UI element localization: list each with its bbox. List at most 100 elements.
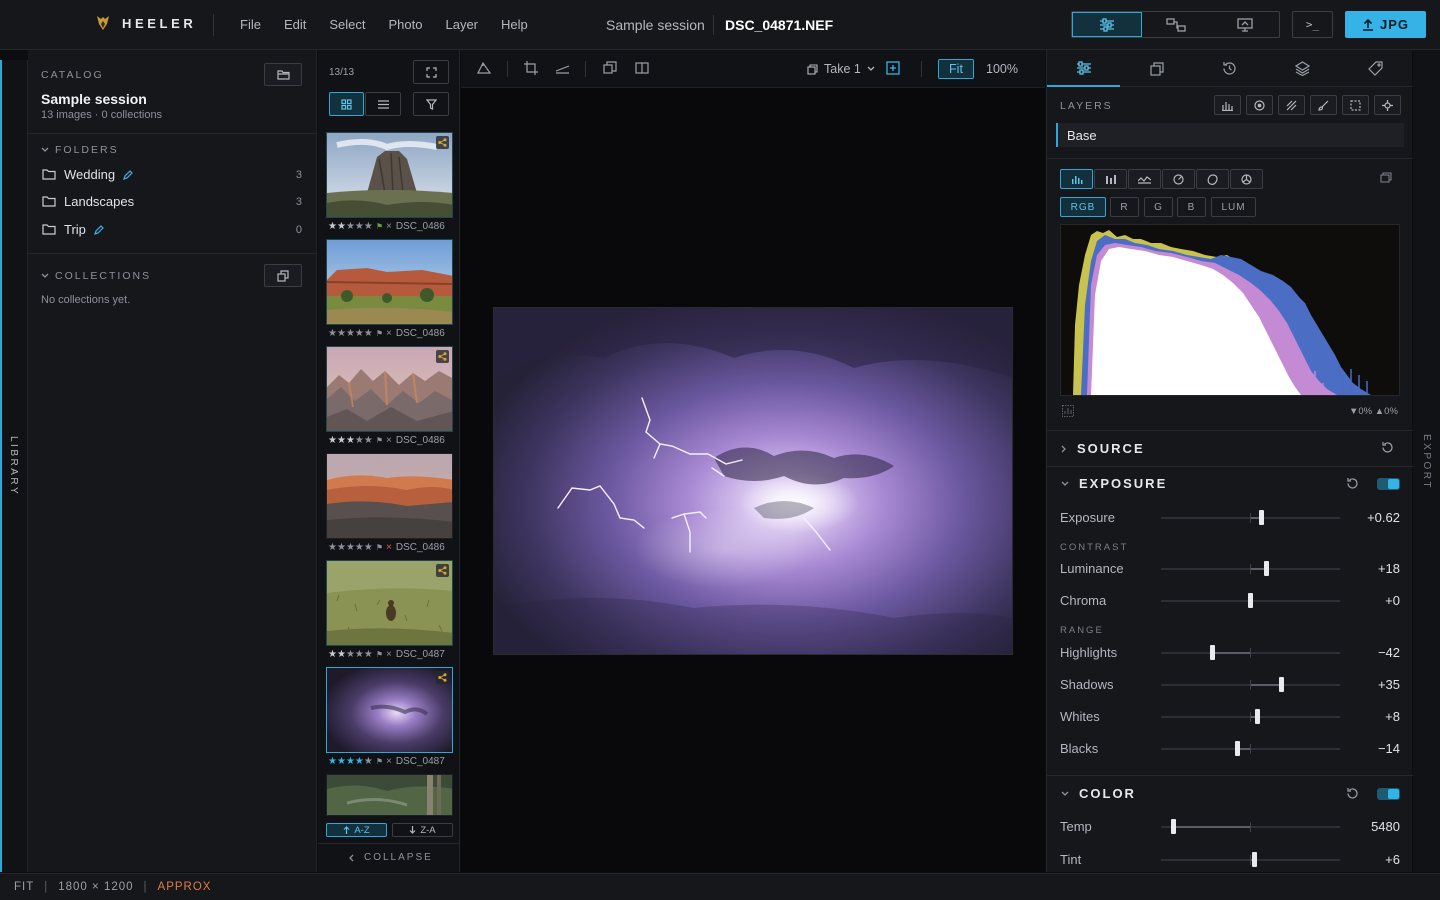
star-icon[interactable]: ★ [364, 221, 373, 232]
terminal-button[interactable]: >_ [1292, 11, 1333, 38]
layer-item-base[interactable]: Base [1056, 123, 1404, 147]
radial-mask-button[interactable] [1246, 95, 1273, 115]
star-icon[interactable]: ★ [328, 756, 337, 767]
section-exposure-header[interactable]: EXPOSURE [1061, 476, 1167, 491]
star-icon[interactable]: ★ [328, 435, 337, 446]
fullscreen-button[interactable] [413, 60, 449, 84]
pencil-icon[interactable] [93, 224, 104, 235]
reject-icon[interactable]: × [386, 221, 392, 232]
zoom-100-button[interactable]: 100% [986, 62, 1018, 76]
slider-chroma[interactable]: Chroma +0 [1060, 591, 1400, 611]
channel-lum-button[interactable]: LUM [1211, 197, 1256, 217]
star-icon[interactable]: ★ [346, 435, 355, 446]
scope-hue-button[interactable] [1196, 169, 1229, 189]
export-rail[interactable]: EXPORT [1413, 50, 1440, 872]
sort-za-button[interactable]: Z-A [392, 823, 453, 837]
tab-layers[interactable] [1266, 50, 1339, 87]
folder-item-landscapes[interactable]: Landscapes 3 [42, 194, 302, 209]
star-icon[interactable]: ★ [364, 435, 373, 446]
star-rating[interactable]: ★★★★★ [328, 542, 373, 553]
reject-icon[interactable]: × [386, 542, 392, 553]
brush-mask-button[interactable] [1310, 95, 1337, 115]
tab-adjust[interactable] [1047, 50, 1120, 87]
slider-tint[interactable]: Tint +6 [1060, 850, 1400, 870]
star-icon[interactable]: ★ [355, 756, 364, 767]
slider-handle[interactable] [1248, 593, 1253, 608]
folder-item-trip[interactable]: Trip 0 [42, 222, 302, 237]
thumbnail-7[interactable] [326, 774, 453, 816]
section-color-header[interactable]: COLOR [1061, 786, 1136, 801]
star-icon[interactable]: ★ [328, 542, 337, 553]
new-collection-button[interactable] [264, 264, 302, 287]
star-icon[interactable]: ★ [337, 756, 346, 767]
star-rating[interactable]: ★★★★★ [328, 221, 373, 232]
star-icon[interactable]: ★ [364, 328, 373, 339]
list-view-button[interactable] [365, 92, 401, 116]
reject-icon[interactable]: × [386, 649, 392, 660]
pencil-icon[interactable] [123, 169, 133, 180]
menu-help[interactable]: Help [501, 17, 528, 32]
reset-exposure-button[interactable] [1346, 477, 1359, 490]
channel-r-button[interactable]: R [1110, 197, 1139, 217]
reject-icon[interactable]: × [386, 756, 392, 767]
star-icon[interactable]: ★ [328, 649, 337, 660]
reset-source-button[interactable] [1381, 441, 1394, 454]
main-photo[interactable] [493, 307, 1013, 655]
star-rating[interactable]: ★★★★★ [328, 756, 373, 767]
star-icon[interactable]: ★ [355, 435, 364, 446]
slider-blacks[interactable]: Blacks −14 [1060, 739, 1400, 759]
develop-mode-button[interactable] [1072, 12, 1143, 37]
scope-vectorscope-button[interactable] [1162, 169, 1195, 189]
slider-handle[interactable] [1251, 852, 1257, 867]
channel-b-button[interactable]: B [1177, 197, 1206, 217]
flag-icon[interactable]: ⚑ [376, 329, 383, 338]
linear-mask-button[interactable] [1278, 95, 1305, 115]
layer-histogram-button[interactable] [1214, 95, 1241, 115]
star-icon[interactable]: ★ [355, 328, 364, 339]
scope-histogram-button[interactable] [1060, 169, 1093, 189]
slider-handle[interactable] [1235, 741, 1241, 756]
perspective-tool-button[interactable] [477, 61, 491, 75]
star-icon[interactable]: ★ [346, 756, 355, 767]
present-mode-button[interactable] [1211, 12, 1279, 37]
scope-parade-button[interactable] [1094, 169, 1127, 189]
slider-highlights[interactable]: Highlights −42 [1060, 643, 1400, 663]
slider-whites[interactable]: Whites +8 [1060, 707, 1400, 727]
sort-az-button[interactable]: A-Z [326, 823, 387, 837]
star-icon[interactable]: ★ [346, 649, 355, 660]
scope-detach-button[interactable] [1380, 172, 1392, 184]
thumbnail-2[interactable] [326, 239, 453, 325]
filter-button[interactable] [413, 92, 449, 116]
exposure-enable-toggle[interactable] [1377, 478, 1400, 490]
slider-handle[interactable] [1279, 677, 1285, 692]
menu-photo[interactable]: Photo [389, 17, 423, 32]
crop-tool-button[interactable] [524, 61, 538, 75]
target-mask-button[interactable] [1374, 95, 1401, 115]
star-rating[interactable]: ★★★★★ [328, 649, 373, 660]
star-icon[interactable]: ★ [346, 221, 355, 232]
star-icon[interactable]: ★ [337, 328, 346, 339]
flag-icon[interactable]: ⚑ [376, 757, 383, 766]
slider-temp[interactable]: Temp 5480 [1060, 817, 1400, 837]
channel-g-button[interactable]: G [1144, 197, 1173, 217]
star-icon[interactable]: ★ [364, 649, 373, 660]
slider-luminance[interactable]: Luminance +18 [1060, 559, 1400, 579]
thumbnail-6-selected[interactable] [326, 667, 453, 753]
thumbnail-3[interactable] [326, 346, 453, 432]
folders-header[interactable]: FOLDERS [41, 144, 119, 156]
split-view-button[interactable] [635, 61, 649, 75]
menu-edit[interactable]: Edit [284, 17, 306, 32]
color-enable-toggle[interactable] [1377, 788, 1400, 800]
star-icon[interactable]: ★ [364, 756, 373, 767]
star-icon[interactable]: ★ [355, 649, 364, 660]
straighten-tool-button[interactable] [555, 61, 570, 75]
section-source-header[interactable]: SOURCE [1061, 441, 1145, 456]
star-rating[interactable]: ★★★★★ [328, 328, 373, 339]
flag-icon[interactable]: ⚑ [376, 543, 383, 552]
star-icon[interactable]: ★ [328, 221, 337, 232]
tab-metadata[interactable] [1339, 50, 1412, 87]
star-icon[interactable]: ★ [355, 542, 364, 553]
duplicate-view-button[interactable] [603, 61, 617, 75]
reject-icon[interactable]: × [386, 435, 392, 446]
star-icon[interactable]: ★ [346, 542, 355, 553]
